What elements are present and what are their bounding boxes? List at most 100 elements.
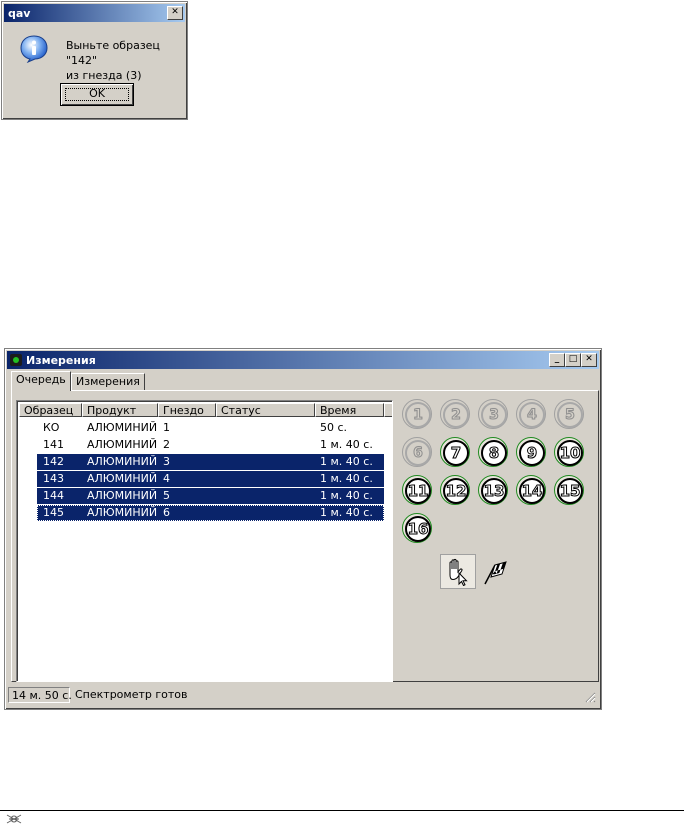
queue-tab-panel: Образец Продукт Гнездо Статус Время КО А… <box>11 390 599 682</box>
slot-2[interactable]: 2 <box>440 399 470 429</box>
slot-number: 6 <box>405 440 431 466</box>
maximize-icon: □ <box>568 354 578 364</box>
dialog-close-button[interactable]: ✕ <box>167 6 183 20</box>
slot-number: 9 <box>519 440 545 466</box>
table-row[interactable]: 144 АЛЮМИНИЙ 5 1 м. 40 с. <box>19 488 390 504</box>
cell-slot: 3 <box>163 455 170 468</box>
elapsed-time: 14 м. 50 с. <box>8 687 72 703</box>
cell-sample: 145 <box>43 506 64 519</box>
slot-12[interactable]: 12 <box>440 475 470 505</box>
sample-tray: 1 2 3 4 5 6 7 8 9 10 11 12 13 14 15 16 <box>402 399 592 559</box>
checkered-flag-icon[interactable] <box>482 559 508 585</box>
dialog-message-line2: из гнезда (3) <box>66 69 142 82</box>
window-titlebar[interactable]: Измерения _ □ ✕ <box>7 351 599 369</box>
slot-5[interactable]: 5 <box>554 399 584 429</box>
cell-time: 1 м. 40 с. <box>320 506 373 519</box>
dialog-message: Выньте образец "142" из гнезда (3) <box>66 38 187 83</box>
info-icon <box>20 35 48 63</box>
dialog-title: qav <box>8 6 31 20</box>
window-title: Измерения <box>26 353 96 367</box>
status-bar: 14 м. 50 с. Спектрометр готов <box>8 687 598 705</box>
slot-number: 4 <box>519 402 545 428</box>
slot-7[interactable]: 7 <box>440 437 470 467</box>
slot-number: 3 <box>481 402 507 428</box>
cell-product: АЛЮМИНИЙ <box>87 489 158 502</box>
list-header: Образец Продукт Гнездо Статус Время <box>19 403 392 419</box>
column-header-sample[interactable]: Образец <box>19 403 82 417</box>
slot-number: 16 <box>405 516 431 542</box>
dialog-titlebar[interactable]: qav ✕ <box>4 4 185 22</box>
cell-sample: 143 <box>43 472 64 485</box>
decorative-glyph-icon <box>6 814 22 824</box>
slot-11[interactable]: 11 <box>402 475 432 505</box>
cell-sample: КО <box>43 421 60 434</box>
table-row[interactable]: 145 АЛЮМИНИЙ 6 1 м. 40 с. <box>19 505 390 521</box>
cell-sample: 141 <box>43 438 64 451</box>
slot-14[interactable]: 14 <box>516 475 546 505</box>
slot-number: 8 <box>481 440 507 466</box>
cell-sample: 144 <box>43 489 64 502</box>
queue-list[interactable]: Образец Продукт Гнездо Статус Время КО А… <box>16 400 393 682</box>
table-row[interactable]: 143 АЛЮМИНИЙ 4 1 м. 40 с. <box>19 471 390 487</box>
cell-slot: 4 <box>163 472 170 485</box>
slot-16[interactable]: 16 <box>402 513 432 543</box>
close-icon: ✕ <box>585 354 593 364</box>
slot-number: 1 <box>405 402 431 428</box>
cell-slot: 5 <box>163 489 170 502</box>
resize-grip-icon[interactable] <box>584 691 596 703</box>
minimize-button[interactable]: _ <box>549 353 565 367</box>
cell-time: 1 м. 40 с. <box>320 472 373 485</box>
slot-4[interactable]: 4 <box>516 399 546 429</box>
slot-8[interactable]: 8 <box>478 437 508 467</box>
ok-button[interactable]: OK <box>60 83 134 106</box>
tab-queue[interactable]: Очередь <box>11 371 71 391</box>
maximize-button[interactable]: □ <box>565 353 581 367</box>
column-header-status[interactable]: Статус <box>216 403 315 417</box>
cell-product: АЛЮМИНИЙ <box>87 472 158 485</box>
tab-measurements[interactable]: Измерения <box>71 373 145 390</box>
cell-slot: 6 <box>163 506 170 519</box>
app-icon <box>10 354 22 366</box>
cell-sample: 142 <box>43 455 64 468</box>
slot-number: 12 <box>443 478 469 504</box>
table-row[interactable]: 142 АЛЮМИНИЙ 3 1 м. 40 с. <box>19 454 390 470</box>
column-header-product[interactable]: Продукт <box>82 403 158 417</box>
slot-number: 13 <box>481 478 507 504</box>
cell-slot: 2 <box>163 438 170 451</box>
slot-3[interactable]: 3 <box>478 399 508 429</box>
slot-15[interactable]: 15 <box>554 475 584 505</box>
window-close-button[interactable]: ✕ <box>581 353 597 367</box>
cell-time: 1 м. 40 с. <box>320 438 373 451</box>
status-message: Спектрометр готов <box>75 688 188 701</box>
slot-number: 15 <box>557 478 583 504</box>
slot-number: 14 <box>519 478 545 504</box>
slot-1[interactable]: 1 <box>402 399 432 429</box>
slot-number: 2 <box>443 402 469 428</box>
slot-number: 10 <box>557 440 583 466</box>
cell-product: АЛЮМИНИЙ <box>87 421 158 434</box>
column-header-time[interactable]: Время <box>315 403 384 417</box>
page-divider <box>0 810 684 811</box>
slot-number: 5 <box>557 402 583 428</box>
close-icon: ✕ <box>171 7 179 17</box>
measurements-window: Измерения _ □ ✕ Очередь Измерения Образе… <box>4 348 602 710</box>
slot-9[interactable]: 9 <box>516 437 546 467</box>
minimize-icon: _ <box>554 354 560 364</box>
slot-6[interactable]: 6 <box>402 437 432 467</box>
table-row[interactable]: 141 АЛЮМИНИЙ 2 1 м. 40 с. <box>19 437 390 453</box>
slot-13[interactable]: 13 <box>478 475 508 505</box>
hand-icon <box>449 558 468 587</box>
cell-time: 1 м. 40 с. <box>320 455 373 468</box>
column-header-filler <box>384 403 392 417</box>
cell-product: АЛЮМИНИЙ <box>87 455 158 468</box>
cell-product: АЛЮМИНИЙ <box>87 438 158 451</box>
slot-number: 11 <box>405 478 431 504</box>
dialog-message-line1: Выньте образец "142" <box>66 39 160 67</box>
column-header-slot[interactable]: Гнездо <box>158 403 216 417</box>
table-row[interactable]: КО АЛЮМИНИЙ 1 50 с. <box>19 420 390 436</box>
cell-time: 1 м. 40 с. <box>320 489 373 502</box>
slot-10[interactable]: 10 <box>554 437 584 467</box>
cell-time: 50 с. <box>320 421 348 434</box>
message-dialog: qav ✕ Выньте образец "142" из гнезда (3)… <box>1 1 188 120</box>
manual-hand-button[interactable] <box>440 554 476 589</box>
